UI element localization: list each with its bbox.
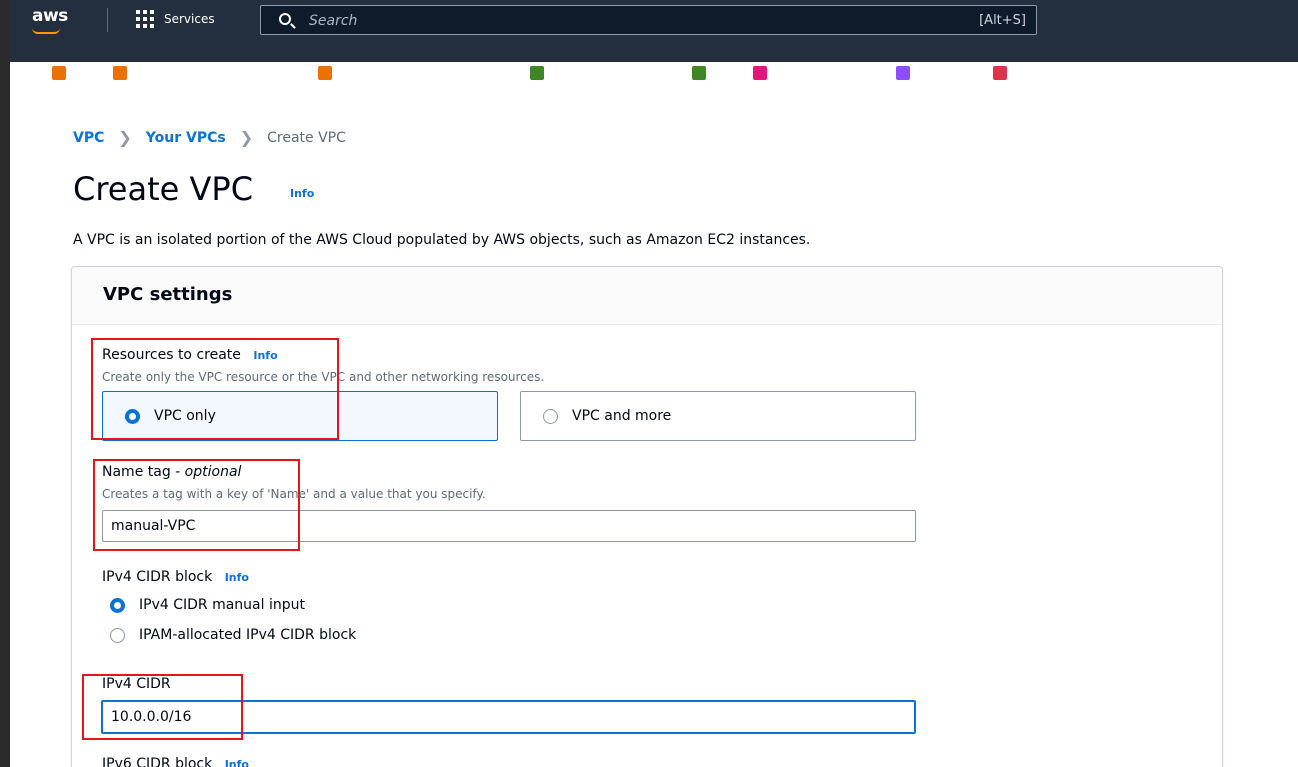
ipv4-manual-radio[interactable]: IPv4 CIDR manual input [110, 597, 305, 613]
aws-logo[interactable]: aws [32, 6, 68, 26]
vpc-settings-panel: VPC settings Resources to create Info Cr… [71, 266, 1223, 767]
ipam-label: IPAM-allocated IPv4 CIDR block [139, 627, 357, 643]
ipv4-block-info-link[interactable]: Info [225, 571, 249, 584]
resources-label: Resources to create Info [102, 347, 278, 363]
radio-unselected-icon [543, 408, 558, 424]
ipv4-manual-label: IPv4 CIDR manual input [139, 597, 305, 613]
ecr-icon [318, 66, 333, 80]
breadcrumb-current: Create VPC [267, 129, 346, 146]
resources-info-link[interactable]: Info [253, 349, 277, 362]
services-menu-button[interactable]: Services [136, 10, 215, 28]
ipv4-cidr-input[interactable] [101, 700, 916, 734]
ipv4-block-label: IPv4 CIDR block Info [102, 569, 249, 585]
page-description: A VPC is an isolated portion of the AWS … [73, 232, 811, 248]
resources-label-text: Resources to create [102, 347, 241, 363]
breadcrumb-your-vpcs-link[interactable]: Your VPCs [146, 130, 226, 146]
search-input[interactable] [309, 11, 909, 31]
vpc-and-more-option[interactable]: VPC and more [520, 391, 916, 441]
favorite-label: Elastic Container Registry [340, 66, 516, 80]
search-box[interactable]: [Alt+S] [260, 5, 1037, 35]
ecs-icon [113, 66, 128, 80]
ipv6-block-label-text: IPv6 CIDR block [102, 756, 213, 767]
ipam-radio[interactable]: IPAM-allocated IPv4 CIDR block [110, 627, 356, 643]
aws-smile-icon [32, 28, 60, 34]
favorite-route53[interactable]: Route 53 [882, 66, 979, 80]
name-tag-optional: optional [184, 464, 242, 480]
route53-icon [896, 66, 911, 80]
favorite-label: AWS Cost Explorer [551, 66, 678, 80]
vpc-only-label: VPC only [154, 408, 216, 424]
name-tag-description: Creates a tag with a key of 'Name' and a… [102, 487, 486, 501]
page-info-link[interactable]: Info [290, 187, 314, 200]
cost-explorer-icon [529, 66, 544, 80]
name-tag-label: Name tag - optional [102, 464, 241, 480]
breadcrumb: VPC ❯ Your VPCs ❯ Create VPC [73, 128, 346, 147]
chevron-right-icon: ❯ [239, 128, 254, 147]
breadcrumb-vpc-link[interactable]: VPC [73, 130, 104, 146]
radio-selected-icon [125, 408, 140, 424]
favorite-label: Route 53 [918, 66, 980, 80]
page-title: Create VPC [73, 170, 254, 208]
ipv6-block-label: IPv6 CIDR block Info [102, 756, 249, 767]
name-tag-label-text: Name tag - [102, 464, 185, 480]
favorite-label: CloudFormation [774, 66, 883, 80]
ec2-icon [52, 66, 66, 80]
ipv6-block-info-link[interactable]: Info [225, 758, 249, 767]
panel-header: VPC settings [72, 267, 1222, 325]
panel-title: VPC settings [103, 284, 233, 305]
favorite-ecs[interactable]: Elastic Container Service [99, 66, 304, 80]
ipv4-cidr-label: IPv4 CIDR [102, 676, 171, 692]
favorite-label: IAM [1015, 66, 1041, 80]
favorite-iam[interactable]: IAM [979, 66, 1041, 80]
search-icon [279, 13, 291, 25]
favorite-label: Elastic Container Service [135, 66, 305, 80]
favorite-ec2[interactable]: EC2 [20, 66, 99, 80]
grid-icon [136, 10, 154, 28]
favorite-label: EFS [713, 66, 739, 80]
vpc-and-more-label: VPC and more [572, 408, 672, 424]
search-shortcut: [Alt+S] [979, 13, 1026, 28]
favorite-cloudformation[interactable]: CloudFormation [739, 66, 882, 80]
resources-description: Create only the VPC resource or the VPC … [102, 370, 545, 384]
radio-unselected-icon [110, 627, 125, 643]
left-edge [0, 0, 10, 767]
ipv4-block-label-text: IPv4 CIDR block [102, 569, 213, 585]
efs-icon [691, 66, 706, 80]
services-label: Services [164, 12, 215, 26]
favorite-cost-explorer[interactable]: AWS Cost Explorer [516, 66, 678, 80]
top-navbar: aws Services [Alt+S] EC2 Elastic Contain… [10, 0, 1298, 80]
favorites-bar: EC2 Elastic Container Service Elastic Co… [20, 62, 1298, 84]
favorite-label: EC2 [74, 66, 100, 80]
iam-icon [993, 66, 1008, 80]
radio-selected-icon [110, 597, 125, 613]
name-tag-input[interactable] [102, 510, 916, 542]
nav-divider [107, 8, 108, 32]
favorite-ecr[interactable]: Elastic Container Registry [304, 66, 516, 80]
vpc-only-option[interactable]: VPC only [102, 391, 498, 441]
favorite-efs[interactable]: EFS [678, 66, 739, 80]
cloudformation-icon [752, 66, 767, 80]
chevron-right-icon: ❯ [118, 128, 132, 147]
